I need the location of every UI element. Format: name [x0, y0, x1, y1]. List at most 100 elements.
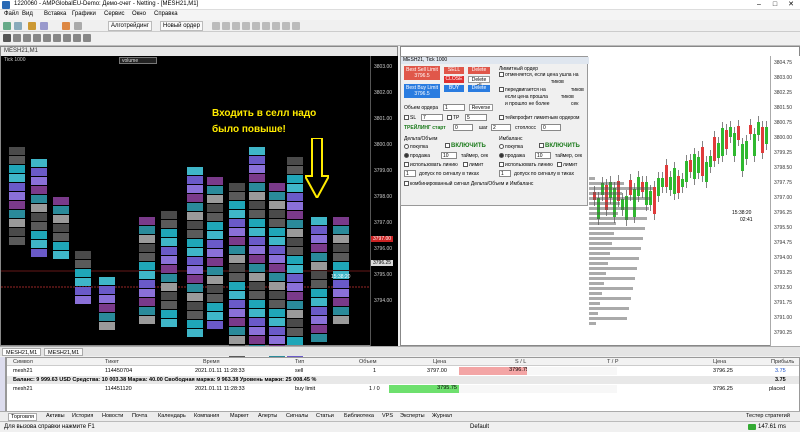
- cell-tp[interactable]: [527, 367, 617, 375]
- col-type[interactable]: Тип: [295, 359, 304, 365]
- maximize-button[interactable]: □: [768, 0, 782, 10]
- tab-company[interactable]: Компания: [192, 413, 221, 419]
- tab-journal[interactable]: Журнал: [430, 413, 454, 419]
- close-position-button[interactable]: CLOSE: [444, 76, 464, 83]
- sl-checkbox[interactable]: SL: [404, 115, 416, 121]
- profiles-icon[interactable]: [14, 22, 22, 30]
- col-time[interactable]: Время: [203, 359, 220, 365]
- col-sl[interactable]: S / L: [515, 359, 526, 365]
- tab-mail[interactable]: Почта: [130, 413, 149, 419]
- tile-windows-icon[interactable]: [232, 22, 240, 30]
- buy-button[interactable]: BUY: [444, 85, 464, 92]
- tab-news[interactable]: Новости: [100, 413, 125, 419]
- take-profit-limit-checkbox[interactable]: тейкпрофит лимитным ордером: [499, 115, 579, 121]
- tab-calendar[interactable]: Календарь: [156, 413, 188, 419]
- tab-alerts[interactable]: Алерты: [256, 413, 279, 419]
- chart-tab-1[interactable]: MESH21,M1: [2, 348, 42, 356]
- cell-sl[interactable]: 3796.75: [459, 367, 531, 375]
- tab-market[interactable]: Маркет: [228, 413, 251, 419]
- col-ticket[interactable]: Тикет: [105, 359, 119, 365]
- dv-limit-checkbox[interactable]: лимит: [463, 162, 483, 168]
- sell-button[interactable]: SELL: [444, 67, 464, 74]
- delete-sell-button[interactable]: Delete: [468, 67, 490, 74]
- order-volume-input[interactable]: 1: [443, 104, 465, 111]
- sl-input[interactable]: 7: [421, 114, 443, 121]
- dv-buy-radio[interactable]: покупка: [404, 144, 428, 150]
- menu-charts[interactable]: Графики: [72, 11, 96, 17]
- terminal-icon[interactable]: [74, 22, 82, 30]
- menu-insert[interactable]: Вставка: [44, 11, 66, 17]
- imb-enable-checkbox[interactable]: ВКЛЮЧИТЬ: [539, 143, 580, 149]
- stop-loss-input[interactable]: 0: [541, 124, 561, 131]
- cursor-icon[interactable]: [3, 34, 11, 42]
- tab-experts[interactable]: Эксперты: [398, 413, 427, 419]
- tab-signals[interactable]: Сигналы: [284, 413, 310, 419]
- step-input[interactable]: 2: [491, 124, 511, 131]
- combined-signal-checkbox[interactable]: комбинированный сигнал Дельта/Объем и Им…: [404, 181, 533, 187]
- imb-buy-radio[interactable]: покупка: [499, 144, 523, 150]
- imb-limit-checkbox[interactable]: лимит: [557, 162, 577, 168]
- tab-history[interactable]: История: [70, 413, 95, 419]
- indicators-icon[interactable]: [262, 22, 270, 30]
- move-on-checkbox[interactable]: передвигается на: [499, 87, 546, 93]
- data-window-icon[interactable]: [62, 22, 70, 30]
- table-row[interactable]: mesh21 114451120 2021.01.11 11:28:33 buy…: [7, 385, 799, 393]
- dv-use-line-checkbox[interactable]: использовать линию: [404, 162, 458, 168]
- col-profit[interactable]: Прибыль: [771, 359, 794, 365]
- zoom-in-icon[interactable]: [212, 22, 220, 30]
- vertical-line-icon[interactable]: [23, 34, 31, 42]
- cancel-if-away-checkbox[interactable]: отменяется, если цена ушла на: [499, 72, 579, 78]
- menu-service[interactable]: Сервис: [104, 11, 125, 17]
- imb-tolerance-input[interactable]: 1: [499, 170, 511, 177]
- zoom-out-icon[interactable]: [222, 22, 230, 30]
- col-symbol[interactable]: Символ: [13, 359, 33, 365]
- tab-articles[interactable]: Статьи: [314, 413, 336, 419]
- col-price[interactable]: Цена: [433, 359, 446, 365]
- tab-library[interactable]: Библиотека: [342, 413, 376, 419]
- tab-trade[interactable]: Торговля: [8, 413, 37, 421]
- delete-buy-button[interactable]: Delete: [468, 85, 490, 92]
- menu-view[interactable]: Вид: [22, 11, 33, 17]
- dv-tolerance-input[interactable]: 1: [404, 170, 416, 177]
- menu-help[interactable]: Справка: [154, 11, 178, 17]
- tab-assets[interactable]: Активы: [44, 413, 67, 419]
- footprint-chart-window[interactable]: MESH21,M1 Tick 1000 volume: [0, 46, 398, 390]
- periods-icon[interactable]: [272, 22, 280, 30]
- market-watch-icon[interactable]: [40, 22, 48, 30]
- imb-sell-radio[interactable]: продажа: [499, 153, 525, 159]
- text-icon[interactable]: [73, 34, 81, 42]
- menu-window[interactable]: Окно: [132, 11, 146, 17]
- templates-icon[interactable]: [282, 22, 290, 30]
- imb-use-line-checkbox[interactable]: использовать линию: [499, 162, 553, 168]
- trailing-start-input[interactable]: 0: [453, 124, 473, 131]
- chart-tab-2[interactable]: MESH21,M1: [44, 348, 84, 356]
- table-row[interactable]: mesh21 114450704 2021.01.11 11:28:33 sel…: [7, 367, 799, 375]
- tp-input[interactable]: 5: [465, 114, 487, 121]
- screenshot-icon[interactable]: [292, 22, 300, 30]
- horizontal-line-icon[interactable]: [33, 34, 41, 42]
- col-tp[interactable]: T / P: [607, 359, 619, 365]
- trend-line-icon[interactable]: [43, 34, 51, 42]
- arrows-icon[interactable]: [83, 34, 91, 42]
- dv-timer-input[interactable]: 10: [441, 152, 457, 159]
- best-sell-button[interactable]: Best Sell Limit 3796.5: [404, 66, 440, 80]
- best-buy-button[interactable]: Best Buy Limit 3796.5: [404, 84, 440, 98]
- channel-icon[interactable]: [53, 34, 61, 42]
- cell-tp[interactable]: [527, 385, 617, 393]
- imb-timer-input[interactable]: 10: [535, 152, 551, 159]
- chart-shift-icon[interactable]: [242, 22, 250, 30]
- navigator-icon[interactable]: [28, 22, 36, 30]
- cell-sl[interactable]: [459, 385, 531, 393]
- algo-trading-button[interactable]: Алготрейдинг: [108, 21, 152, 31]
- tab-vps[interactable]: VPS: [380, 413, 395, 419]
- crosshair-icon[interactable]: [13, 34, 21, 42]
- col-volume[interactable]: Объем: [359, 359, 377, 365]
- tp-checkbox[interactable]: TP: [447, 115, 459, 121]
- minimize-button[interactable]: –: [752, 0, 766, 10]
- delete-all-button[interactable]: Delete all: [468, 76, 490, 89]
- cell-price[interactable]: 3795.75: [389, 385, 459, 393]
- close-button[interactable]: ✕: [784, 0, 798, 10]
- fibo-icon[interactable]: [63, 34, 71, 42]
- new-order-button[interactable]: Новый ордер: [160, 21, 203, 31]
- strategy-tester-button[interactable]: Тестер стратегий: [744, 413, 792, 419]
